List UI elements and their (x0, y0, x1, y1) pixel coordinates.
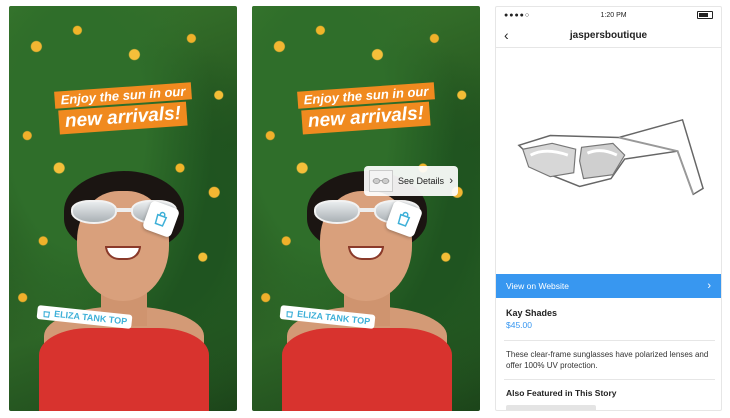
divider (504, 379, 715, 380)
product-thumbnail (369, 170, 393, 192)
shopping-bag-icon (43, 310, 51, 318)
nav-bar: ‹ jaspersboutique (496, 23, 721, 48)
shopping-bag-icon (286, 310, 294, 318)
story-photo-red-top (282, 328, 452, 411)
story-preview-tagged: Enjoy the sun in our new arrivals! ELIZA… (9, 6, 237, 411)
story-preview-see-details: Enjoy the sun in our new arrivals! ELIZA… (252, 6, 480, 411)
view-on-website-button[interactable]: View on Website › (496, 274, 721, 298)
shop-title: jaspersboutique (569, 29, 648, 41)
product-price: $45.00 (506, 320, 532, 330)
also-featured-heading: Also Featured in This Story (506, 388, 617, 398)
shopping-bag-icon (397, 211, 411, 227)
battery-icon (697, 11, 713, 19)
story-photo-red-top (39, 328, 209, 411)
product-image (496, 47, 721, 275)
product-description: These clear-frame sunglasses have polari… (506, 350, 709, 370)
sunglasses-left-lens (71, 200, 117, 224)
status-time: 1:20 PM (600, 11, 627, 19)
sunglasses-product-icon (516, 118, 704, 196)
sunglasses-thumbnail-icon (372, 178, 390, 184)
shopping-bag-icon (154, 211, 168, 227)
chevron-right-icon: › (707, 280, 711, 292)
product-name: Kay Shades (506, 308, 558, 318)
see-details-button[interactable]: See Details › (364, 166, 458, 196)
see-details-label: See Details (398, 176, 445, 186)
signal-indicator: ●●●●○ (504, 11, 531, 19)
divider (504, 340, 715, 341)
also-featured-thumbnail[interactable] (506, 405, 596, 410)
product-detail-screen: ●●●●○ 1:20 PM ‹ jaspersboutique View on … (495, 6, 722, 411)
sunglasses-left-lens (314, 200, 360, 224)
view-on-website-label: View on Website (506, 281, 569, 291)
chevron-right-icon: › (449, 175, 453, 187)
status-bar: ●●●●○ 1:20 PM (496, 7, 721, 23)
back-arrow-icon[interactable]: ‹ (504, 27, 509, 43)
